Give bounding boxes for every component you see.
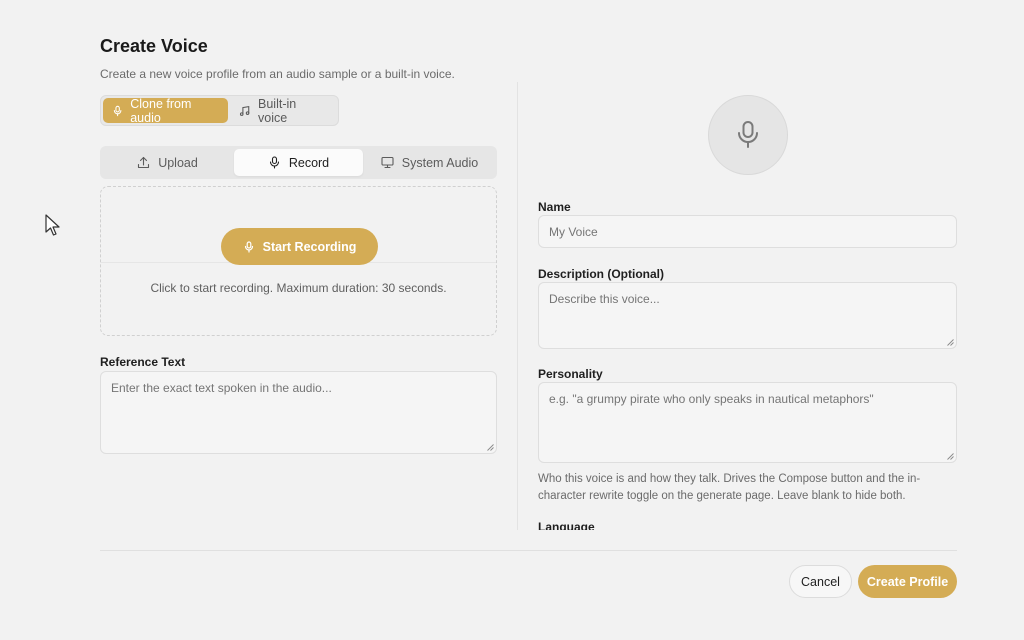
audio-source-tabs: Upload Record System Audio bbox=[100, 146, 497, 179]
description-label: Description (Optional) bbox=[538, 267, 664, 281]
tab-upload[interactable]: Upload bbox=[103, 149, 232, 176]
footer-divider bbox=[100, 550, 957, 551]
mic-icon bbox=[269, 156, 279, 169]
tab-system-audio-label: System Audio bbox=[401, 155, 479, 170]
tab-record[interactable]: Record bbox=[234, 149, 363, 176]
language-label: Language bbox=[538, 520, 595, 530]
recording-hint: Click to start recording. Maximum durati… bbox=[150, 281, 447, 295]
create-profile-button[interactable]: Create Profile bbox=[858, 565, 957, 598]
recording-dropzone: Start Recording Click to start recording… bbox=[100, 186, 497, 336]
cancel-button[interactable]: Cancel bbox=[789, 565, 852, 598]
mouse-cursor-icon bbox=[45, 214, 60, 236]
tab-record-label: Record bbox=[288, 155, 330, 170]
page-title: Create Voice bbox=[100, 36, 208, 56]
built-in-voice-button[interactable]: Built-in voice bbox=[230, 96, 336, 125]
clone-from-audio-label: Clone from audio bbox=[130, 96, 192, 125]
personality-wrapper bbox=[538, 382, 957, 463]
clone-from-audio-button[interactable]: Clone from audio bbox=[103, 96, 229, 125]
mic-icon bbox=[244, 240, 253, 253]
description-input[interactable] bbox=[538, 282, 957, 349]
start-recording-label: Start Recording bbox=[262, 239, 357, 254]
personality-label: Personality bbox=[538, 367, 603, 381]
monitor-icon bbox=[381, 156, 394, 169]
description-wrapper bbox=[538, 282, 957, 349]
personality-input[interactable] bbox=[538, 382, 957, 463]
name-label: Name bbox=[538, 200, 571, 214]
resize-grip-icon[interactable] bbox=[947, 339, 954, 346]
tab-upload-label: Upload bbox=[158, 155, 198, 170]
resize-grip-icon[interactable] bbox=[947, 453, 954, 460]
upload-icon bbox=[138, 156, 150, 169]
resize-grip-icon[interactable] bbox=[487, 444, 494, 451]
built-in-voice-label: Built-in voice bbox=[258, 96, 297, 125]
reference-text-label: Reference Text bbox=[100, 355, 186, 369]
voice-mode-toggle: Clone from audio Built-in voice bbox=[100, 95, 339, 126]
mic-icon bbox=[738, 121, 758, 148]
reference-text-wrapper bbox=[100, 371, 497, 454]
name-input[interactable] bbox=[538, 215, 957, 248]
music-note-icon bbox=[240, 105, 250, 116]
page-subtitle: Create a new voice profile from an audio… bbox=[100, 67, 455, 81]
tab-system-audio[interactable]: System Audio bbox=[365, 149, 494, 176]
personality-helper-text: Who this voice is and how they talk. Dri… bbox=[538, 473, 921, 502]
mic-icon bbox=[113, 105, 122, 116]
reference-text-input[interactable] bbox=[100, 371, 497, 454]
column-divider bbox=[517, 82, 518, 530]
voice-avatar[interactable] bbox=[708, 95, 788, 175]
start-recording-button[interactable]: Start Recording bbox=[221, 228, 378, 265]
